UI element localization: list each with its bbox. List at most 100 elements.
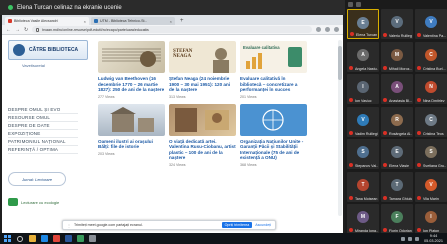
participant-tile[interactable]: I Ion Vasiuc <box>347 74 379 104</box>
participant-tile[interactable]: C Cristina Burl... <box>415 41 447 72</box>
url-input[interactable]: bvaan.md/ru/online-resurse/pdf-edutii/ro… <box>32 26 312 33</box>
screen: Elena Turcan celinaz na ekranie ucenie B… <box>0 0 447 244</box>
menu-item[interactable]: DESPRE DE DATE <box>8 122 78 130</box>
participant-tile[interactable]: S Svetlana Gru... <box>415 139 447 169</box>
article-title[interactable]: Ștefan Neaga (24 noiembrie 1900 – 30 mai… <box>169 76 236 93</box>
back-icon[interactable]: ← <box>6 27 11 33</box>
participant-tile[interactable]: R Rosângela Al... <box>381 106 413 137</box>
article-title[interactable]: Oameni ilustri ai orașului Bălți: file d… <box>98 139 165 150</box>
participants-panel: E Elena Turcan V Valeriu Rulliegi V Valentina… <box>345 0 447 234</box>
new-tab-icon[interactable]: + <box>180 18 184 24</box>
avatar: N <box>425 81 437 93</box>
meet-icon[interactable] <box>77 235 84 242</box>
mic-muted-icon <box>417 65 421 70</box>
mic-muted-icon <box>383 130 387 135</box>
pin-icon[interactable] <box>356 2 361 7</box>
chrome-icon[interactable] <box>53 235 60 242</box>
close-tab-icon[interactable]: × <box>84 19 86 24</box>
article-views: 313 Views <box>169 94 186 99</box>
partner-text: Jurnal: Lecturare <box>21 176 52 182</box>
menu-item[interactable]: EXPOZIȚIONE <box>8 130 78 138</box>
drag-handle-icon[interactable]: ⋮ <box>67 223 71 228</box>
participant-tile[interactable]: N Nina Dmitriev <box>415 74 447 104</box>
clock[interactable]: 9:44 05.03.2021 <box>424 234 443 242</box>
edge-icon[interactable] <box>41 235 48 242</box>
participant-tile[interactable]: A Angela Nastu... <box>347 41 379 72</box>
volume-icon[interactable] <box>407 236 412 241</box>
participant-tile[interactable]: I Ion Platon <box>415 204 447 234</box>
logo-mark-icon <box>13 44 25 56</box>
participant-tile[interactable]: C Cristina Teos <box>415 106 447 137</box>
promo-logo[interactable]: Lecturare cu ecologie <box>8 196 66 208</box>
browser-tab-2[interactable]: UTM - Biblioteca Tehnico-St... × <box>91 17 175 25</box>
network-icon[interactable] <box>400 236 405 241</box>
article-thumbnail[interactable] <box>169 103 236 136</box>
participant-tile[interactable]: S Stepanov Val... <box>347 139 379 169</box>
participant-tile[interactable]: V Valentina Pa... <box>415 9 447 39</box>
menu-item[interactable]: RESOURSE OMUL <box>8 114 78 122</box>
scrollbar-thumb[interactable] <box>338 46 342 80</box>
layout-icon[interactable] <box>348 2 353 7</box>
menu-item[interactable]: REFERINȚĂ / OPTIMA <box>8 146 78 154</box>
article-card[interactable]: Evaluare calitativa Evaluare calitativă … <box>240 41 307 99</box>
participant-tile[interactable]: E Elena Vlasie <box>381 139 413 169</box>
participant-tile[interactable]: M Mihail Moroz... <box>381 41 413 72</box>
article-views: 368 Views <box>240 162 257 167</box>
app-icon[interactable] <box>89 235 96 242</box>
url-text: bvaan.md/ru/online-resurse/pdf-edutii/ro… <box>42 27 150 32</box>
article-card[interactable]: ȘTEFAN NEAGA Ștefan Neaga (24 noiembrie … <box>169 41 236 99</box>
article-thumbnail[interactable] <box>98 103 165 136</box>
tab-title: Biblioteca Vasile Alecsandri <box>14 19 58 23</box>
participant-tile[interactable]: T Tana Moisean <box>347 171 379 202</box>
bookmark-icon[interactable] <box>316 27 321 32</box>
participant-tile[interactable]: T Tamara Ghiuban <box>381 171 413 202</box>
word-icon[interactable] <box>65 235 72 242</box>
article-thumbnail[interactable] <box>240 103 307 136</box>
article-title[interactable]: Organizația Națiunilor Unite - Garanții … <box>240 139 307 161</box>
article-title[interactable]: Ludwig van Beethoven (16 decembrie 1770 … <box>98 76 165 93</box>
browser-window: Biblioteca Vasile Alecsandri × UTM - Bib… <box>2 15 343 233</box>
participant-tile[interactable]: A Anastasia Bl... <box>381 74 413 104</box>
article-thumbnail[interactable]: ȘTEFAN NEAGA <box>169 41 236 73</box>
article-card[interactable]: Oameni ilustri ai orașului Bălți: file d… <box>98 103 165 167</box>
article-grid: Ludwig van Beethoven (16 decembrie 1770 … <box>98 41 310 172</box>
file-explorer-icon[interactable] <box>29 235 36 242</box>
participant-tile[interactable]: V Valeriu Rulliegi <box>381 9 413 39</box>
article-title[interactable]: Evaluare calitativă în bibliotecă – conc… <box>240 76 307 93</box>
battery-icon[interactable] <box>414 236 419 241</box>
mic-muted-icon <box>417 228 421 232</box>
mic-muted-icon <box>383 33 387 37</box>
site-logo[interactable]: CĂTRE BIBLIOTECA <box>8 40 88 60</box>
forward-icon[interactable]: → <box>15 27 20 33</box>
participant-tile[interactable]: F Fiorin Odorian <box>381 204 413 234</box>
mic-muted-icon <box>417 195 421 200</box>
tab-bar: Biblioteca Vasile Alecsandri × UTM - Bib… <box>2 15 343 25</box>
article-title[interactable]: O viață dedicată artei. Valentina Rusu-C… <box>169 139 236 161</box>
article-card[interactable]: Ludwig van Beethoven (16 decembrie 1770 … <box>98 41 165 99</box>
reload-icon[interactable]: ↻ <box>24 27 28 33</box>
profile-icon[interactable] <box>334 27 339 32</box>
article-card[interactable]: Organizația Națiunilor Unite - Garanții … <box>240 103 307 167</box>
hide-button[interactable]: Ascundeți <box>255 223 271 227</box>
article-views: 277 Views <box>98 94 115 99</box>
participant-tile[interactable]: V Vadim Rulliegi <box>347 106 379 137</box>
article-card[interactable]: O viață dedicată artei. Valentina Rusu-C… <box>169 103 236 167</box>
menu-item[interactable]: PATRIMONIUL NAȚIONAL <box>8 138 78 146</box>
participant-tile[interactable]: V Vila Marin <box>415 171 447 202</box>
windows-start-icon[interactable] <box>4 235 11 242</box>
search-icon[interactable] <box>17 235 23 242</box>
participant-tile[interactable]: M Miranda Iona... <box>347 204 379 234</box>
site-tagline: Vavetisuretal <box>22 63 45 68</box>
article-thumbnail[interactable]: Evaluare calitativa <box>240 41 307 73</box>
participant-tile[interactable]: E Elena Turcan <box>347 9 379 39</box>
mic-muted-icon <box>383 163 387 167</box>
mic-muted-icon <box>383 195 387 200</box>
close-tab-icon[interactable]: × <box>170 19 172 24</box>
mic-muted-icon <box>349 163 353 167</box>
partner-logo[interactable]: Jurnal: Lecturare <box>8 172 66 186</box>
stop-sharing-button[interactable]: Opriți trimiterea <box>221 222 253 228</box>
browser-tab-1[interactable]: Biblioteca Vasile Alecsandri × <box>5 17 89 25</box>
menu-item[interactable]: DESPRE OMUL ȘI EVO <box>8 106 78 114</box>
extensions-icon[interactable] <box>325 27 330 32</box>
article-thumbnail[interactable] <box>98 41 165 73</box>
